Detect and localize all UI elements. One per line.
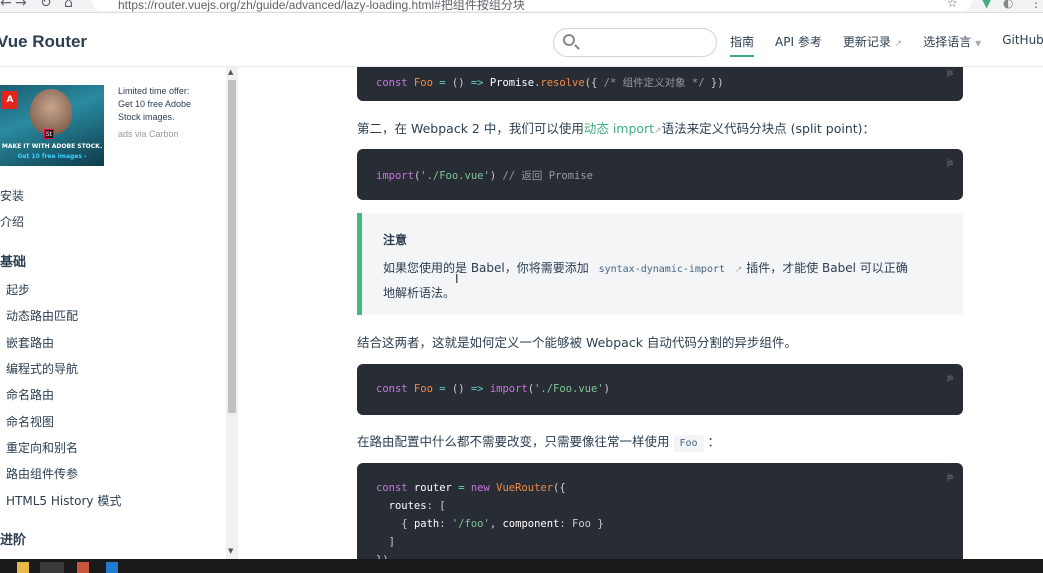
external-link-icon: ↗ bbox=[654, 126, 662, 136]
caret-down-icon: ▼ bbox=[975, 39, 982, 48]
nav-links: 指南 API 参考 更新记录 ↗ 选择语言 ▼ GitHub bbox=[730, 33, 1043, 57]
inline-code: Foo bbox=[673, 435, 704, 452]
sidebar-item-named-views[interactable]: 命名视图 bbox=[6, 413, 54, 430]
sidebar-item-passing-props[interactable]: 路由组件传参 bbox=[6, 465, 78, 482]
site-brand[interactable]: Vue Router bbox=[0, 32, 87, 52]
ad-image[interactable]: A St MAKE IT WITH ADOBE STOCK. Get 10 fr… bbox=[0, 85, 104, 166]
external-link-icon[interactable]: ↗ bbox=[735, 265, 743, 275]
code-line: routes: [ bbox=[376, 500, 446, 512]
ad-text[interactable]: Limited time offer: Get 10 free Adobe St… bbox=[118, 85, 208, 124]
tip-callout: 注意 如果您使用的是 Babel，你将需要添加 syntax-dynamic-i… bbox=[357, 213, 963, 315]
browser-toolbar: ← → ↻ ⌂ https://router.vuejs.org/zh/guid… bbox=[0, 0, 1043, 13]
sidebar-item-install[interactable]: 安装 bbox=[0, 187, 24, 204]
scroll-up-icon[interactable]: ▲ bbox=[228, 68, 233, 76]
tip-body: 如果您使用的是 Babel，你将需要添加 syntax-dynamic-impo… bbox=[383, 261, 908, 300]
site-navbar: Vue Router 指南 API 参考 更新记录 ↗ 选择语言 ▼ GitHu… bbox=[0, 13, 1043, 67]
code-block-2: js import('./Foo.vue') // 返回 Promise bbox=[357, 149, 963, 200]
nav-github[interactable]: GitHub bbox=[1002, 33, 1043, 57]
code-block-3: js const Foo = () => import('./Foo.vue') bbox=[357, 364, 963, 415]
sidebar-group-basic[interactable]: 基础 bbox=[0, 251, 26, 270]
tip-title: 注意 bbox=[383, 233, 408, 247]
sidebar-item-nested-routes[interactable]: 嵌套路由 bbox=[6, 334, 54, 351]
code-block-1: js const Foo = () => Promise.resolve({ /… bbox=[357, 67, 963, 101]
sidebar-item-intro[interactable]: 介绍 bbox=[0, 213, 24, 230]
sidebar-item-navigation[interactable]: 编程式的导航 bbox=[6, 360, 78, 377]
ad-image-headline: MAKE IT WITH ADOBE STOCK. bbox=[1, 143, 103, 150]
ad-via-link[interactable]: ads via Carbon bbox=[118, 129, 179, 139]
forward-icon[interactable]: → bbox=[15, 0, 27, 11]
code-lang-label: js bbox=[947, 158, 953, 167]
ad-image-cta: Get 10 free images › bbox=[17, 153, 87, 160]
sidebar-scroll-thumb[interactable] bbox=[228, 80, 236, 413]
paragraph-webpack2: 第二，在 Webpack 2 中，我们可以使用动态 import↗语法来定义代码… bbox=[357, 121, 876, 136]
code-line: const Foo = () => Promise.resolve({ /* 组… bbox=[376, 77, 724, 89]
sidebar-item-history-mode[interactable]: HTML5 History 模式 bbox=[6, 492, 121, 509]
code-lang-label: js bbox=[947, 68, 953, 77]
extension-icon[interactable]: ◐ bbox=[1003, 0, 1013, 10]
nav-guide[interactable]: 指南 bbox=[730, 33, 755, 57]
vscode-icon[interactable] bbox=[106, 562, 118, 573]
adobe-logo-icon: A bbox=[2, 91, 18, 109]
sidebar-item-dynamic-matching[interactable]: 动态路由匹配 bbox=[6, 307, 78, 324]
code-lang-label: js bbox=[947, 472, 953, 481]
code-line: const Foo = () => import('./Foo.vue') bbox=[376, 383, 610, 395]
app-icon[interactable] bbox=[77, 562, 89, 573]
sidebar-group-advanced[interactable]: 进阶 bbox=[0, 529, 26, 548]
sidebar-item-getting-started[interactable]: 起步 bbox=[6, 281, 30, 298]
sidebar-item-redirect[interactable]: 重定向和别名 bbox=[6, 439, 78, 456]
url-text[interactable]: https://router.vuejs.org/zh/guide/advanc… bbox=[118, 0, 525, 12]
back-icon[interactable]: ← bbox=[0, 0, 12, 11]
reload-icon[interactable]: ↻ bbox=[40, 0, 52, 11]
code-line: ] bbox=[376, 536, 395, 548]
dynamic-import-link[interactable]: 动态 import bbox=[584, 121, 654, 136]
sidebar-item-named-routes[interactable]: 命名路由 bbox=[6, 386, 54, 403]
scroll-down-icon[interactable]: ▼ bbox=[228, 547, 233, 555]
search-icon bbox=[563, 34, 575, 46]
search-input[interactable] bbox=[553, 28, 717, 57]
inline-code: syntax-dynamic-import bbox=[592, 261, 732, 278]
code-block-4: js const router = new VueRouter({ routes… bbox=[357, 463, 963, 559]
code-lang-label: js bbox=[947, 373, 953, 382]
paragraph-route-config: 在路由配置中什么都不需要改变，只需要像往常一样使用 Foo ： bbox=[357, 431, 720, 452]
file-explorer-icon[interactable] bbox=[17, 562, 29, 573]
home-icon[interactable]: ⌂ bbox=[64, 0, 73, 11]
adobe-stock-badge-icon: St bbox=[44, 129, 54, 139]
nav-language[interactable]: 选择语言 ▼ bbox=[923, 33, 981, 57]
code-line: const router = new VueRouter({ bbox=[376, 482, 566, 494]
external-link-icon: ↗ bbox=[894, 39, 903, 49]
nav-changelog[interactable]: 更新记录 ↗ bbox=[843, 33, 902, 57]
nav-api[interactable]: API 参考 bbox=[775, 33, 822, 57]
code-line: { path: '/foo', component: Foo } bbox=[376, 518, 604, 530]
star-icon[interactable]: ☆ bbox=[947, 0, 958, 10]
text-cursor-icon: I bbox=[455, 272, 459, 286]
paragraph-combine: 结合这两者，这就是如何定义一个能够被 Webpack 自动代码分割的异步组件。 bbox=[357, 335, 797, 350]
sidebar: A St MAKE IT WITH ADOBE STOCK. Get 10 fr… bbox=[0, 67, 238, 559]
chrome-icon[interactable] bbox=[40, 562, 64, 573]
menu-icon[interactable]: ⋮ bbox=[1030, 0, 1042, 10]
vue-devtools-icon[interactable]: ▼ bbox=[982, 0, 991, 10]
os-taskbar bbox=[0, 559, 1043, 573]
code-line: import('./Foo.vue') // 返回 Promise bbox=[376, 170, 594, 182]
main-content: js const Foo = () => Promise.resolve({ /… bbox=[239, 67, 1043, 559]
